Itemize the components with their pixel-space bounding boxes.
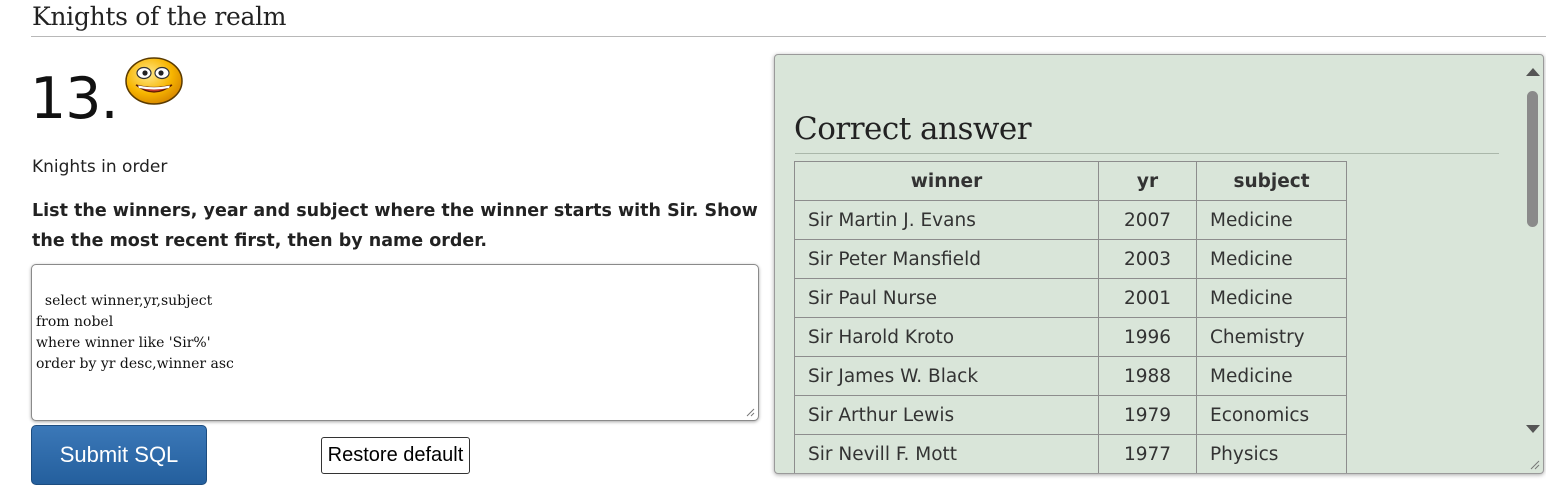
title-divider (31, 36, 1546, 37)
cell-subject: Medicine (1196, 200, 1347, 240)
scroll-up-arrow-icon[interactable] (1526, 68, 1540, 76)
cell-yr: 2007 (1098, 200, 1197, 240)
cell-winner: Sir Peter Mansfield (794, 239, 1099, 279)
table-row: Sir Paul Nurse 2001 Medicine (794, 278, 1347, 318)
column-header-subject: subject (1196, 161, 1347, 201)
cell-yr: 2003 (1098, 239, 1197, 279)
cell-winner: Sir Nevill F. Mott (794, 434, 1099, 473)
smiley-face-icon (125, 57, 183, 105)
submit-sql-button[interactable]: Submit SQL (31, 425, 207, 485)
scroll-thumb[interactable] (1527, 91, 1538, 227)
answer-heading: Correct answer (794, 111, 1032, 147)
restore-default-button[interactable]: Restore default (321, 437, 470, 474)
cell-subject: Medicine (1196, 356, 1347, 396)
column-header-yr: yr (1098, 161, 1197, 201)
question-topic: Knights in order (32, 157, 168, 177)
question-description: List the winners, year and subject where… (32, 201, 758, 251)
scroll-down-arrow-icon[interactable] (1526, 425, 1540, 433)
table-row: Sir Arthur Lewis 1979 Economics (794, 395, 1347, 435)
cell-winner: Sir Harold Kroto (794, 317, 1099, 357)
question-number: 13. (30, 66, 119, 132)
cell-winner: Sir James W. Black (794, 356, 1099, 396)
table-header-row: winner yr subject (794, 161, 1347, 201)
cell-yr: 1988 (1098, 356, 1197, 396)
cell-winner: Sir Arthur Lewis (794, 395, 1099, 435)
result-table: winner yr subject Sir Martin J. Evans 20… (794, 161, 1347, 473)
sql-editor[interactable]: select winner,yr,subject from nobel wher… (31, 264, 759, 421)
answer-divider (795, 153, 1499, 154)
cell-yr: 1979 (1098, 395, 1197, 435)
table-row: Sir Martin J. Evans 2007 Medicine (794, 200, 1347, 240)
cell-subject: Medicine (1196, 278, 1347, 318)
page-title: Knights of the realm (32, 2, 287, 31)
cell-subject: Economics (1196, 395, 1347, 435)
cell-subject: Chemistry (1196, 317, 1347, 357)
sql-editor-text: select winner,yr,subject from nobel wher… (36, 293, 234, 372)
answer-panel[interactable]: Correct answer winner yr subject Sir Mar… (774, 54, 1544, 474)
answer-scrollbar[interactable] (1521, 55, 1543, 473)
table-row: Sir Nevill F. Mott 1977 Physics (794, 434, 1347, 473)
cell-subject: Medicine (1196, 239, 1347, 279)
resize-grip-icon[interactable] (745, 407, 755, 417)
cell-yr: 1996 (1098, 317, 1197, 357)
resize-grip-icon[interactable] (1529, 459, 1540, 470)
table-row: Sir Harold Kroto 1996 Chemistry (794, 317, 1347, 357)
cell-winner: Sir Martin J. Evans (794, 200, 1099, 240)
cell-winner: Sir Paul Nurse (794, 278, 1099, 318)
table-row: Sir James W. Black 1988 Medicine (794, 356, 1347, 396)
table-row: Sir Peter Mansfield 2003 Medicine (794, 239, 1347, 279)
cell-yr: 1977 (1098, 434, 1197, 473)
column-header-winner: winner (794, 161, 1099, 201)
cell-yr: 2001 (1098, 278, 1197, 318)
cell-subject: Physics (1196, 434, 1347, 473)
